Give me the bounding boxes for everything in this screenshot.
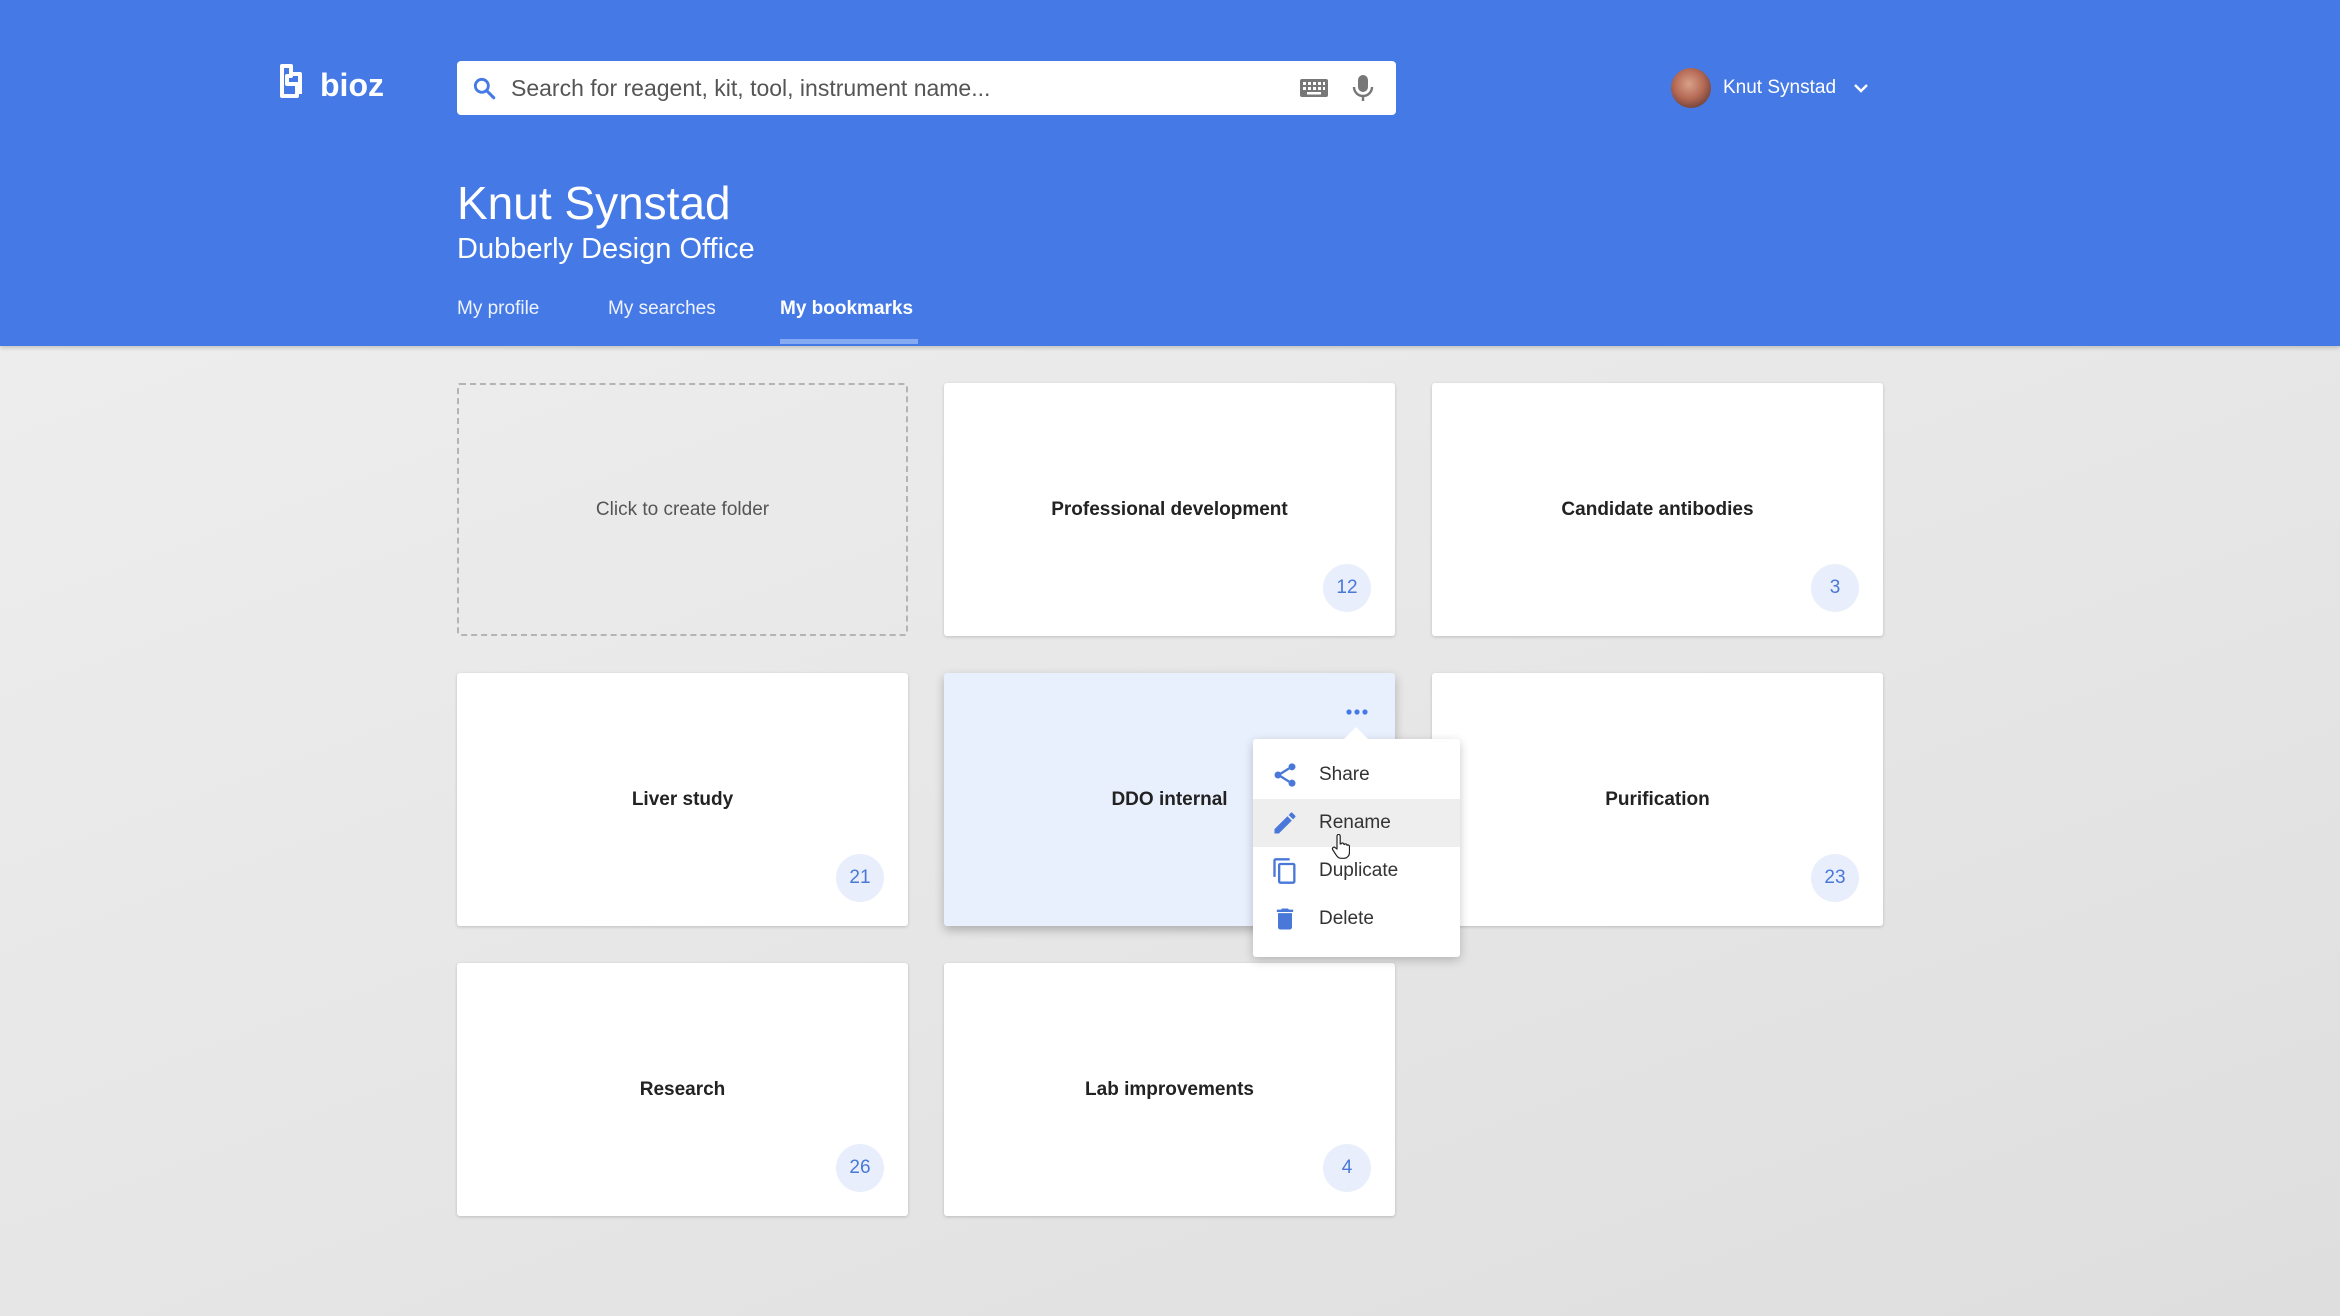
active-tab-indicator: [780, 339, 918, 344]
hand-cursor-icon: [1331, 834, 1350, 859]
copy-icon: [1273, 858, 1296, 884]
trash-icon: [1276, 908, 1294, 930]
bookmark-count-badge: 26: [836, 1144, 884, 1192]
menu-caret: [1344, 727, 1368, 739]
avatar[interactable]: [1671, 68, 1711, 108]
search-input[interactable]: [511, 61, 1251, 115]
folder-card[interactable]: Lab improvements 4: [944, 963, 1395, 1216]
bookmark-count-badge: 4: [1323, 1144, 1371, 1192]
logo-text: bioz: [320, 67, 384, 102]
folder-card[interactable]: Professional development 12: [944, 383, 1395, 636]
menu-item-duplicate[interactable]: Duplicate: [1253, 847, 1460, 895]
page-title: Knut Synstad: [457, 177, 731, 229]
folder-context-menu: Share Rename Duplicate Delete: [1253, 739, 1460, 957]
bookmark-count-badge: 21: [836, 854, 884, 902]
user-menu[interactable]: Knut Synstad: [1671, 68, 1870, 108]
menu-item-label: Duplicate: [1319, 860, 1399, 881]
menu-item-label: Rename: [1319, 812, 1391, 833]
tab-my-searches[interactable]: My searches: [608, 298, 716, 346]
bioz-logo[interactable]: bioz: [280, 62, 422, 102]
search-bar[interactable]: [457, 61, 1396, 115]
folder-card[interactable]: Research 26: [457, 963, 908, 1216]
organization-name: Dubberly Design Office: [457, 233, 755, 265]
user-name[interactable]: Knut Synstad: [1723, 77, 1836, 99]
folder-card[interactable]: Liver study 21: [457, 673, 908, 926]
bookmark-count-badge: 3: [1811, 564, 1859, 612]
bookmark-count-badge: 12: [1323, 564, 1371, 612]
menu-item-label: Share: [1319, 764, 1370, 785]
tab-my-profile[interactable]: My profile: [457, 298, 539, 346]
menu-item-rename[interactable]: Rename: [1253, 799, 1460, 847]
keyboard-icon[interactable]: [1299, 75, 1329, 101]
bookmark-count-badge: 23: [1811, 854, 1859, 902]
more-options-icon[interactable]: [1345, 707, 1369, 717]
header-bar: bioz Knut Synstad Knut Synstad Dub: [0, 0, 2340, 346]
create-folder-label: Click to create folder: [595, 498, 770, 520]
menu-item-label: Delete: [1319, 908, 1374, 929]
folder-card[interactable]: Candidate antibodies 3: [1432, 383, 1883, 636]
search-icon[interactable]: [471, 75, 497, 101]
create-folder-card[interactable]: Click to create folder: [457, 383, 908, 636]
pencil-icon: [1274, 812, 1296, 834]
microphone-icon[interactable]: [1352, 73, 1374, 103]
menu-item-share[interactable]: Share: [1253, 751, 1460, 799]
chevron-down-icon[interactable]: [1852, 79, 1870, 97]
menu-item-delete[interactable]: Delete: [1253, 895, 1460, 943]
folder-card[interactable]: Purification 23: [1432, 673, 1883, 926]
share-icon: [1274, 763, 1296, 787]
